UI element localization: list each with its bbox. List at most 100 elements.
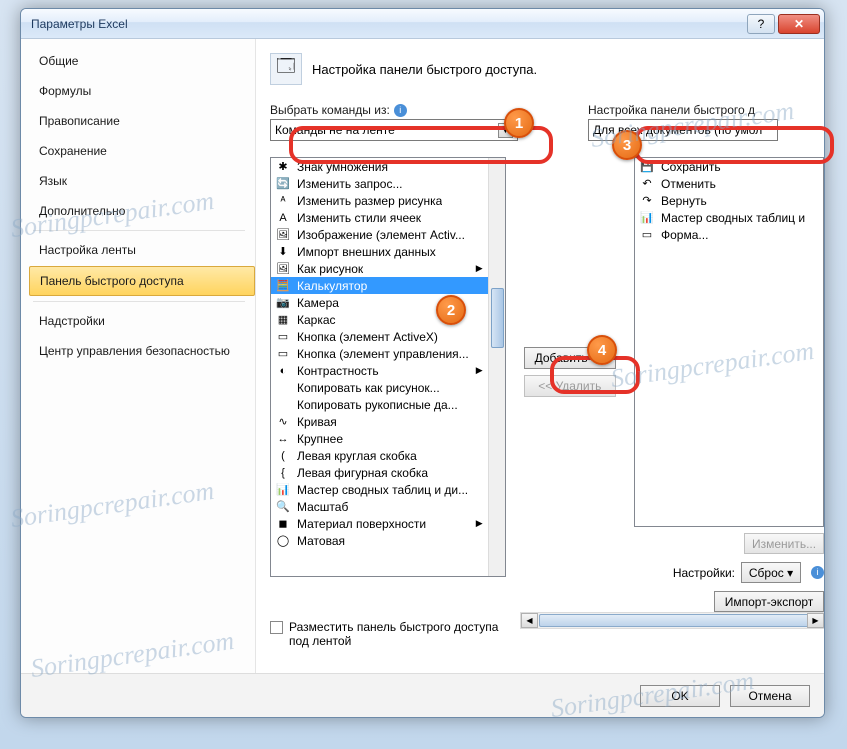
sidebar-item-language[interactable]: Язык — [29, 167, 255, 195]
list-item[interactable]: 📊Мастер сводных таблиц и ди... — [271, 481, 505, 498]
list-item-label: Калькулятор — [297, 279, 367, 293]
ok-button[interactable]: OK — [640, 685, 720, 707]
command-icon: ✱ — [275, 159, 291, 175]
qat-commands-list[interactable]: 💾Сохранить↶Отменить↷ Вернуть📊Мастер сводн… — [634, 157, 824, 527]
list-item[interactable]: (Левая круглая скобка — [271, 447, 505, 464]
list-item-label: Кривая — [297, 415, 337, 429]
list-item[interactable]: 📷Камера — [271, 294, 505, 311]
list-item[interactable]: 🖼Изображение (элемент Activ... — [271, 226, 505, 243]
scrollbar-horizontal[interactable]: ◀ ▶ — [520, 612, 824, 629]
list-item[interactable]: 💾Сохранить — [635, 158, 823, 175]
list-item[interactable]: ᴬ Изменить размер рисунка — [271, 192, 505, 209]
sidebar-item-ribbon[interactable]: Настройка ленты — [29, 236, 255, 264]
step-badge-2: 2 — [436, 295, 466, 325]
list-item-label: Мастер сводных таблиц и ди... — [297, 483, 468, 497]
list-item[interactable]: 🖼Как рисунок▶ — [271, 260, 505, 277]
list-item[interactable]: ∿Кривая — [271, 413, 505, 430]
list-item-label: Контрастность — [297, 364, 379, 378]
list-item[interactable]: { Левая фигурная скобка — [271, 464, 505, 481]
list-item[interactable]: ◯ Матовая — [271, 532, 505, 549]
sidebar-item-general[interactable]: Общие — [29, 47, 255, 75]
list-item-label: Сохранить — [661, 160, 721, 174]
choose-commands-dropdown[interactable]: Команды не на ленте ▼ — [270, 119, 518, 141]
list-item[interactable]: ↔ Крупнее — [271, 430, 505, 447]
list-item[interactable]: ⬇ Импорт внешних данных — [271, 243, 505, 260]
info-icon[interactable]: i — [394, 104, 407, 117]
list-item-label: Вернуть — [661, 194, 707, 208]
list-item-label: Изменить размер рисунка — [297, 194, 442, 208]
sidebar: Общие Формулы Правописание Сохранение Яз… — [21, 39, 256, 673]
sidebar-item-qat[interactable]: Панель быстрого доступа — [29, 266, 255, 296]
list-item[interactable]: 🔄 Изменить запрос... — [271, 175, 505, 192]
sidebar-separator — [33, 301, 245, 302]
list-item-label: Кнопка (элемент ActiveX) — [297, 330, 438, 344]
titlebar[interactable]: Параметры Excel ? ✕ — [21, 9, 824, 39]
list-item-label: Форма... — [661, 228, 708, 242]
list-item-label: Мастер сводных таблиц и — [661, 211, 805, 225]
list-item[interactable]: 🧮 Калькулятор — [271, 277, 505, 294]
command-icon: ↔ — [275, 431, 291, 447]
close-icon: ✕ — [794, 17, 804, 31]
list-item[interactable]: ▭ Кнопка (элемент ActiveX) — [271, 328, 505, 345]
import-export-button[interactable]: Импорт-экспорт — [714, 591, 824, 612]
scroll-right-icon[interactable]: ▶ — [807, 613, 824, 628]
list-item[interactable]: ▭Форма... — [635, 226, 823, 243]
list-item[interactable]: ▦Каркас — [271, 311, 505, 328]
list-item[interactable]: ↶Отменить — [635, 175, 823, 192]
dialog-window: Параметры Excel ? ✕ Общие Формулы Правоп… — [20, 8, 825, 718]
command-icon: ( — [275, 448, 291, 464]
qat-icon: 🗔 — [270, 53, 302, 85]
command-icon: ▦ — [275, 312, 291, 328]
list-item[interactable]: ↷ Вернуть — [635, 192, 823, 209]
command-icon: ↷ — [639, 193, 655, 209]
command-icon: { — [275, 465, 291, 481]
close-button[interactable]: ✕ — [778, 14, 820, 34]
scrollbar-thumb[interactable] — [539, 614, 824, 627]
sidebar-item-trust[interactable]: Центр управления безопасностью — [29, 337, 255, 365]
sidebar-item-proofing[interactable]: Правописание — [29, 107, 255, 135]
list-item[interactable]: Копировать как рисунок... — [271, 379, 505, 396]
window-title: Параметры Excel — [31, 17, 747, 31]
dialog-footer: OK Отмена — [21, 673, 824, 717]
command-icon: ⬇ — [275, 244, 291, 260]
sidebar-item-advanced[interactable]: Дополнительно — [29, 197, 255, 225]
command-icon: 🖼 — [275, 227, 291, 243]
command-icon: 📷 — [275, 295, 291, 311]
sidebar-item-save[interactable]: Сохранение — [29, 137, 255, 165]
sidebar-item-addins[interactable]: Надстройки — [29, 307, 255, 335]
command-icon: ᴬ — [275, 193, 291, 209]
list-item-label: Крупнее — [297, 432, 343, 446]
command-icon: ◯ — [275, 533, 291, 549]
list-item[interactable]: ◐Контрастность▶ — [271, 362, 505, 379]
scroll-left-icon[interactable]: ◀ — [521, 613, 538, 628]
command-icon: ▭ — [275, 329, 291, 345]
list-item[interactable]: 🔍Масштаб — [271, 498, 505, 515]
command-icon: 🔄 — [275, 176, 291, 192]
sidebar-item-formulas[interactable]: Формулы — [29, 77, 255, 105]
sidebar-separator — [33, 230, 245, 231]
list-item[interactable]: ✱ Знак умножения — [271, 158, 505, 175]
info-icon[interactable]: i — [811, 566, 824, 579]
list-item-label: Знак умножения — [297, 160, 388, 174]
scrollbar-vertical[interactable] — [488, 158, 505, 576]
list-item-label: Как рисунок — [297, 262, 363, 276]
help-button[interactable]: ? — [747, 14, 775, 34]
command-icon: 🧮 — [275, 278, 291, 294]
available-commands-list[interactable]: ✱ Знак умножения 🔄 Изменить запрос... ᴬ Измен… — [270, 157, 506, 577]
list-item[interactable]: 📊Мастер сводных таблиц и — [635, 209, 823, 226]
list-item-label: Изменить запрос... — [297, 177, 403, 191]
list-item-label: Матовая — [297, 534, 345, 548]
list-item-label: Левая фигурная скобка — [297, 466, 428, 480]
reset-button[interactable]: Сброс ▾ — [741, 562, 801, 583]
scrollbar-thumb[interactable] — [491, 288, 504, 348]
show-below-ribbon-checkbox[interactable] — [270, 621, 283, 634]
list-item-label: Импорт внешних данных — [297, 245, 436, 259]
cancel-button[interactable]: Отмена — [730, 685, 810, 707]
modify-button[interactable]: Изменить... — [744, 533, 824, 554]
list-item[interactable]: ▭Кнопка (элемент управления... — [271, 345, 505, 362]
list-item-label: Отменить — [661, 177, 716, 191]
list-item[interactable]: ◼Материал поверхности▶ — [271, 515, 505, 532]
remove-button[interactable]: << Удалить — [524, 375, 616, 397]
list-item[interactable]: AИзменить стили ячеек — [271, 209, 505, 226]
list-item[interactable]: Копировать рукописные да... — [271, 396, 505, 413]
